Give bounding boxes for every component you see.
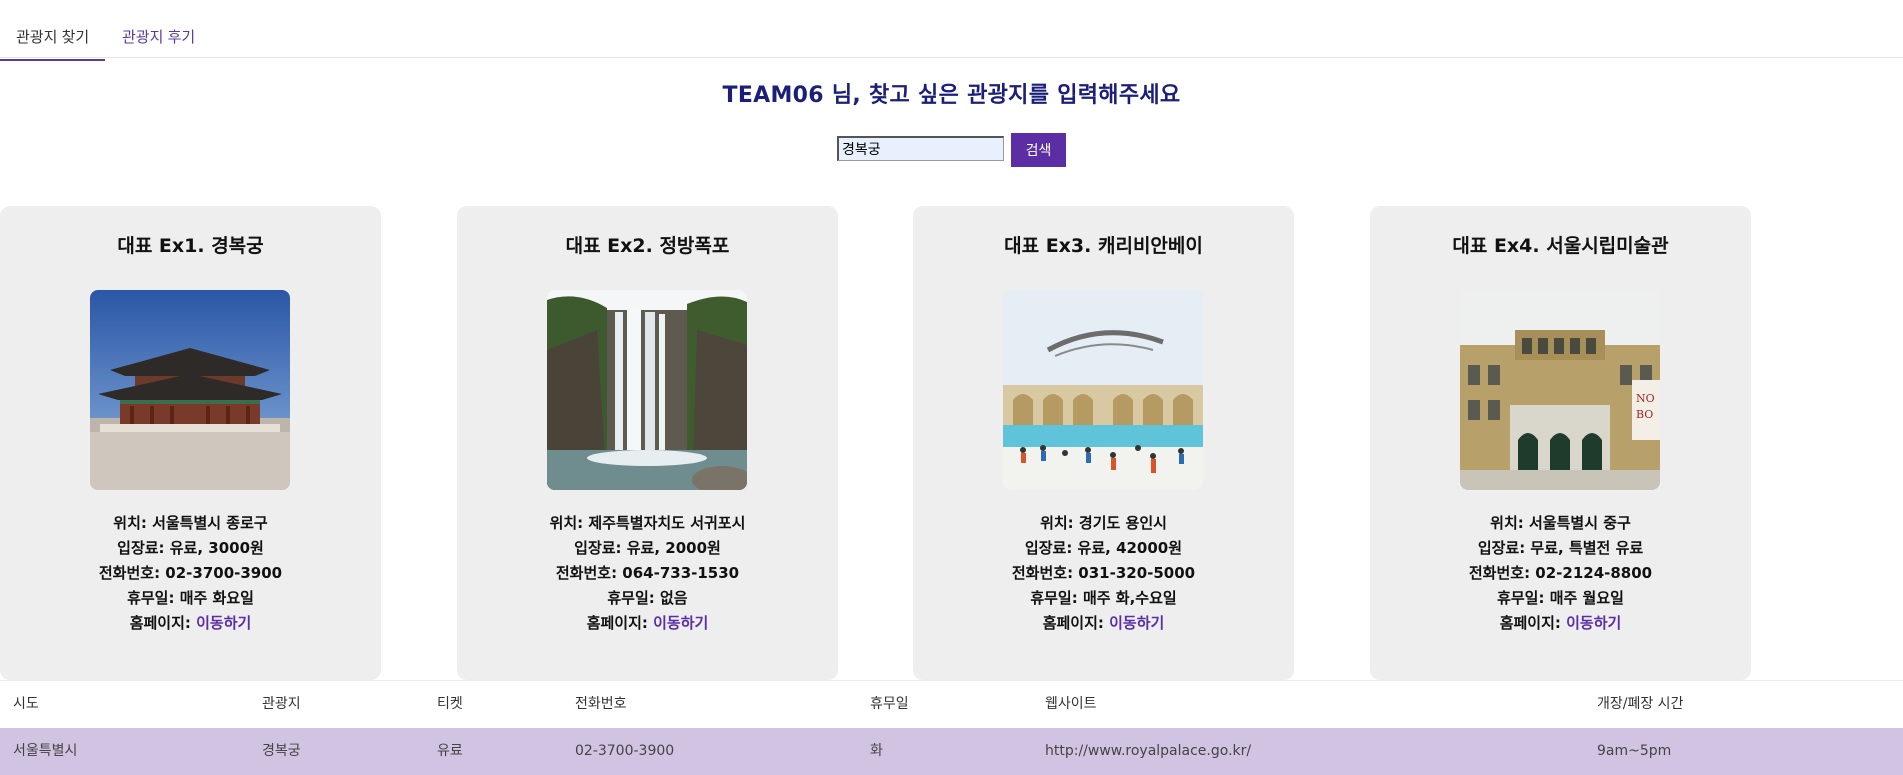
column-header-attraction: 관광지 [262,696,301,712]
page-headline: TEAM06 님, 찾고 싶은 관광지를 입력해주세요 [722,83,1181,108]
card-closed-day: 휴무일: 없음 [607,589,688,607]
attraction-card-2: 대표 Ex2. 정방폭포 위치: 제주특별자치도 서귀포시 입장료: 유료, 2… [457,206,838,680]
attraction-card-4: 대표 Ex4. 서울시립미술관 NO BO 위치: 서울특별시 중구 입장료: … [1370,206,1751,680]
homepage-label: 홈페이지: [129,614,197,632]
palace-photo [90,290,290,490]
homepage-label: 홈페이지: [1042,614,1110,632]
cell-hours: 9am~5pm [1597,743,1672,759]
card-closed-day: 휴무일: 매주 화,수요일 [1030,589,1177,607]
card-homepage: 홈페이지: 이동하기 [0,611,381,636]
column-header-closed-day: 휴무일 [870,696,909,712]
card-title: 대표 Ex4. 서울시립미술관 [1452,235,1669,257]
card-location: 위치: 서울특별시 중구 [1490,514,1631,532]
table-header-row: 시도 관광지 티켓 전화번호 휴무일 웹사이트 개장/폐장 시간 [0,681,1903,728]
card-location: 위치: 경기도 용인시 [1040,514,1167,532]
column-header-phone: 전화번호 [575,696,627,712]
museum-building-photo: NO BO [1460,290,1660,490]
card-fee: 입장료: 유료, 42000원 [1024,539,1183,557]
card-closed-day: 휴무일: 매주 화요일 [127,589,254,607]
homepage-label: 홈페이지: [1499,614,1567,632]
tab-attraction-reviews[interactable]: 관광지 후기 [106,26,211,59]
card-phone: 전화번호: 064-733-1530 [555,564,740,582]
table-row[interactable]: 서울특별시 경복궁 유료 02-3700-3900 화 http://www.r… [0,728,1903,775]
cell-phone: 02-3700-3900 [575,743,675,759]
card-fee: 입장료: 유료, 3000원 [117,539,264,557]
cell-website: http://www.royalpalace.go.kr/ [1045,743,1252,759]
card-phone: 전화번호: 02-3700-3900 [98,564,283,582]
card-homepage: 홈페이지: 이동하기 [913,611,1294,636]
svg-text:NO: NO [1636,392,1655,405]
card-details: 위치: 경기도 용인시 입장료: 유료, 42000원 전화번호: 031-32… [913,511,1294,636]
card-fee: 입장료: 무료, 특별전 유료 [1477,539,1644,557]
card-location: 위치: 서울특별시 종로구 [113,514,268,532]
column-header-hours: 개장/폐장 시간 [1597,696,1684,712]
card-location: 위치: 제주특별자치도 서귀포시 [549,514,746,532]
tab-bar: 관광지 찾기 관광지 후기 [0,0,1903,61]
homepage-link[interactable]: 이동하기 [1566,614,1621,632]
waterfall-photo [547,290,747,490]
card-homepage: 홈페이지: 이동하기 [457,611,838,636]
card-details: 위치: 서울특별시 중구 입장료: 무료, 특별전 유료 전화번호: 02-21… [1370,511,1751,636]
homepage-link[interactable]: 이동하기 [196,614,251,632]
search-button[interactable]: 검색 [1011,133,1066,167]
card-phone: 전화번호: 02-2124-8800 [1468,564,1653,582]
attraction-card-1: 대표 Ex1. 경복궁 위치: 서울특별시 종로구 입장료: 유료, 3000원… [0,206,381,680]
column-header-website: 웹사이트 [1045,696,1097,712]
search-input[interactable] [837,136,1004,161]
column-header-region: 시도 [13,696,39,712]
cell-ticket: 유료 [437,743,463,759]
card-phone: 전화번호: 031-320-5000 [1011,564,1196,582]
card-title: 대표 Ex1. 경복궁 [117,235,264,257]
homepage-label: 홈페이지: [586,614,654,632]
cell-closed-day: 화 [870,743,883,759]
results-table: 시도 관광지 티켓 전화번호 휴무일 웹사이트 개장/폐장 시간 서울특별시 경… [0,680,1903,775]
tab-find-attractions[interactable]: 관광지 찾기 [0,26,106,61]
homepage-link[interactable]: 이동하기 [1109,614,1164,632]
card-fee: 입장료: 유료, 2000원 [574,539,721,557]
water-park-photo [1003,290,1203,490]
attraction-card-3: 대표 Ex3. 캐리비안베이 위치: 경기도 용인시 입장료: 유료, 4200… [913,206,1294,680]
column-header-ticket: 티켓 [437,696,463,712]
cell-region: 서울특별시 [13,743,78,759]
card-title: 대표 Ex2. 정방폭포 [565,235,730,257]
card-title: 대표 Ex3. 캐리비안베이 [1004,235,1203,257]
card-details: 위치: 제주특별자치도 서귀포시 입장료: 유료, 2000원 전화번호: 06… [457,511,838,636]
card-details: 위치: 서울특별시 종로구 입장료: 유료, 3000원 전화번호: 02-37… [0,511,381,636]
card-closed-day: 휴무일: 매주 월요일 [1497,589,1624,607]
homepage-link[interactable]: 이동하기 [653,614,708,632]
cell-attraction: 경복궁 [262,743,301,759]
svg-text:BO: BO [1636,408,1653,421]
card-homepage: 홈페이지: 이동하기 [1370,611,1751,636]
